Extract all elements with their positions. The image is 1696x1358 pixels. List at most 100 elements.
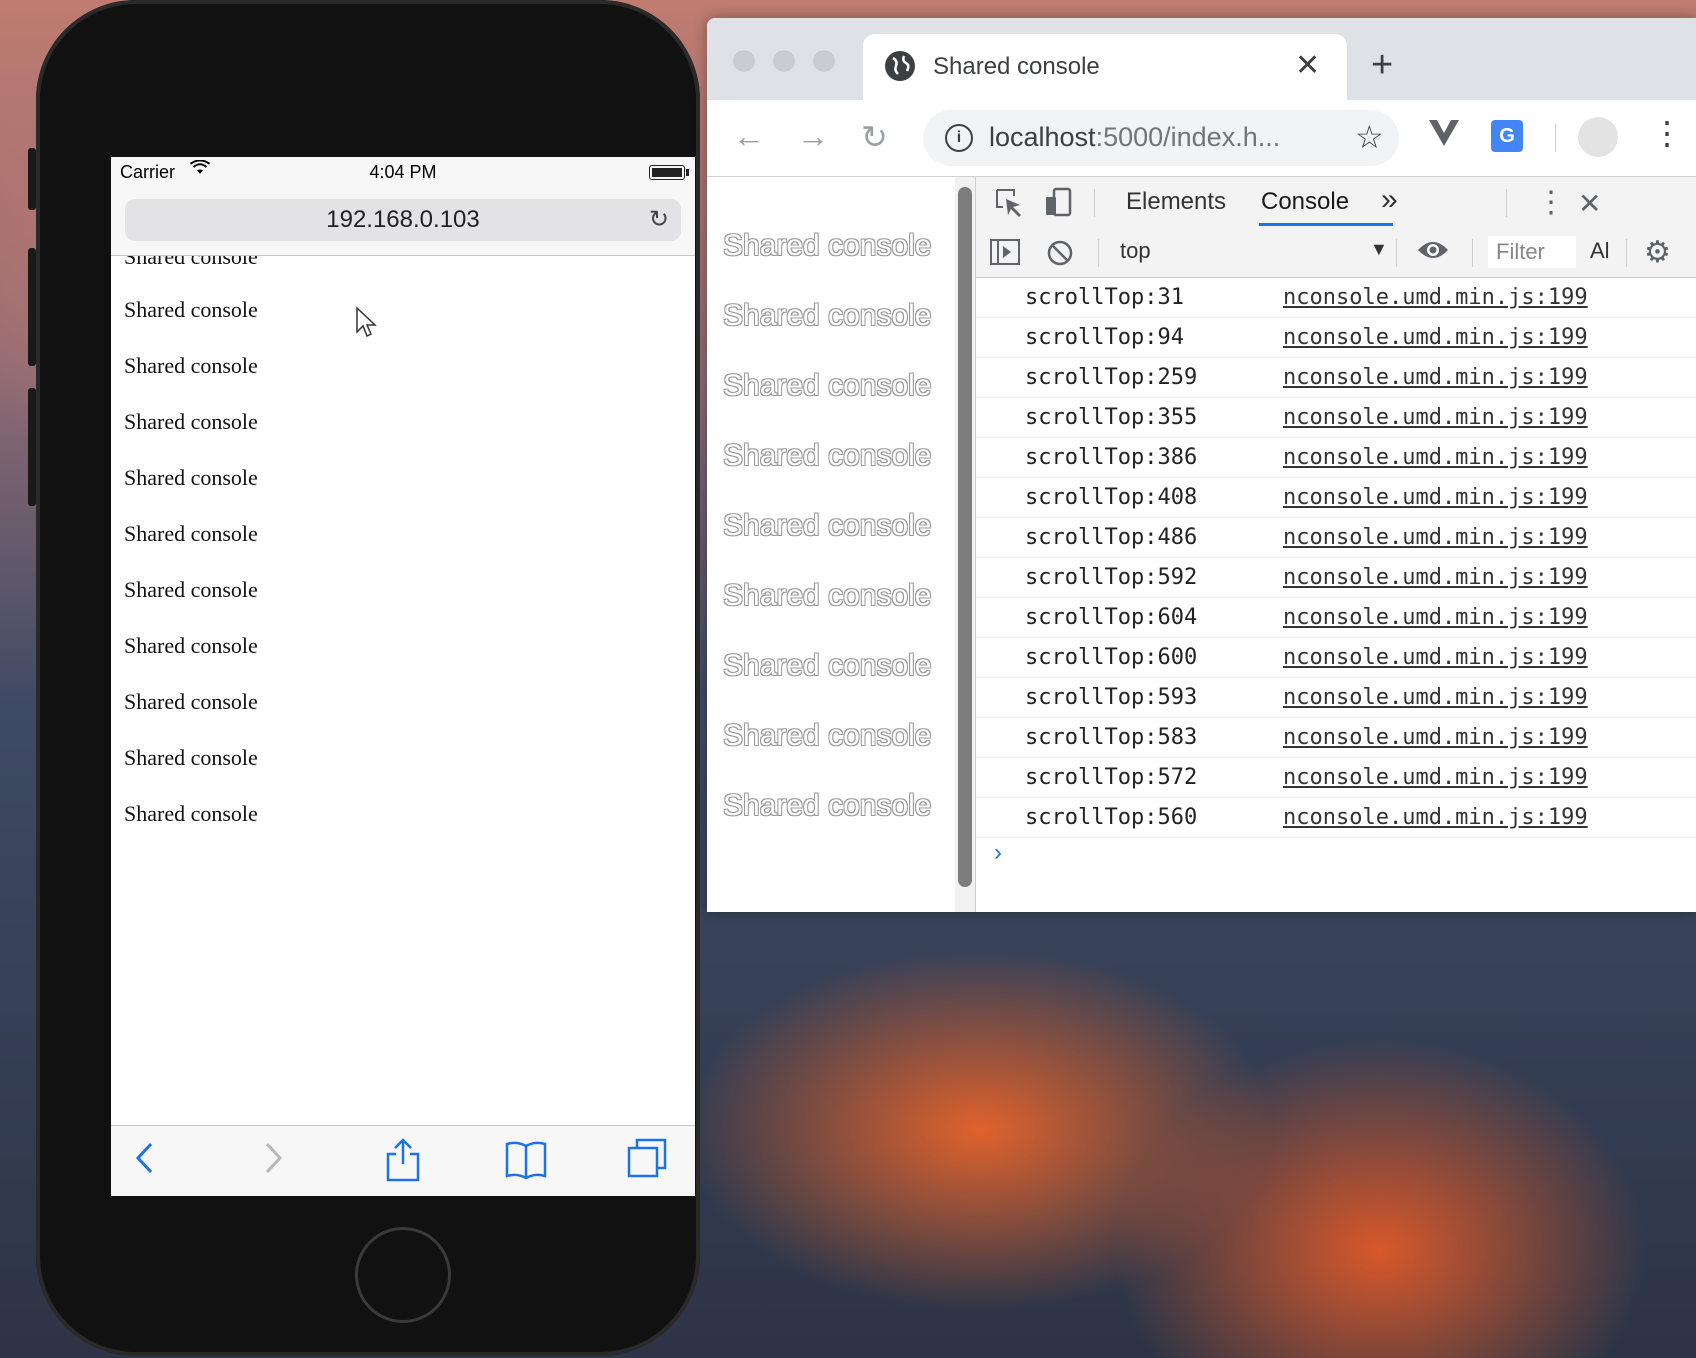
toolbar-divider [1094, 189, 1095, 217]
new-tab-icon[interactable]: + [1371, 44, 1393, 87]
forward-icon[interactable]: → [797, 118, 829, 155]
zoom-window-button[interactable] [813, 50, 835, 72]
tab-shared-console[interactable]: Shared console ✕ [863, 34, 1347, 100]
page-line: Shared console [124, 577, 258, 602]
log-message: scrollTop:355 [1025, 405, 1198, 430]
log-row: scrollTop:604 nconsole.umd.min.js:199 [976, 597, 1696, 638]
reload-icon[interactable]: ↻ [649, 199, 669, 241]
page-line: Shared console [124, 801, 258, 826]
page-line: Shared console [124, 689, 258, 714]
url-path: :5000/index.h... [1095, 122, 1281, 152]
dropdown-arrow-icon[interactable]: ▼ [1370, 239, 1388, 260]
home-button[interactable] [355, 1227, 451, 1323]
tab-elements[interactable]: Elements [1126, 188, 1226, 216]
sidebar-toggle-icon[interactable] [990, 239, 1020, 272]
close-window-button[interactable] [733, 50, 755, 72]
profile-avatar[interactable] [1578, 117, 1618, 157]
page-line: Shared console [723, 719, 932, 752]
filter-input[interactable]: Filter [1488, 236, 1576, 268]
log-row: scrollTop:592 nconsole.umd.min.js:199 [976, 557, 1696, 598]
log-source-link[interactable]: nconsole.umd.min.js:199 [1283, 405, 1588, 430]
close-icon[interactable]: ✕ [1295, 48, 1320, 83]
google-translate-icon[interactable]: G [1491, 120, 1523, 152]
log-row: scrollTop:355 nconsole.umd.min.js:199 [976, 397, 1696, 438]
page-line: Shared console [124, 256, 258, 269]
log-message: scrollTop:600 [1025, 645, 1198, 670]
share-icon[interactable] [385, 1138, 421, 1187]
navigation-bar: ← → ↻ i localhost:5000/index.h... ☆ G ⋮ [707, 100, 1696, 177]
log-message: scrollTop:560 [1025, 805, 1198, 830]
page-line: Shared console [723, 579, 932, 612]
close-devtools-icon[interactable]: ✕ [1578, 187, 1601, 220]
page-line: Shared console [124, 633, 258, 658]
mute-switch [28, 148, 36, 210]
log-source-link[interactable]: nconsole.umd.min.js:199 [1283, 325, 1588, 350]
log-source-link[interactable]: nconsole.umd.min.js:199 [1283, 565, 1588, 590]
volume-down-button [28, 388, 36, 506]
minimize-window-button[interactable] [773, 50, 795, 72]
phone-screen: Carrier 4:04 PM 192.168.0.103 ↻ Shared c… [111, 157, 695, 1196]
safari-address-bar: 192.168.0.103 ↻ [111, 187, 695, 256]
log-message: scrollTop:386 [1025, 445, 1198, 470]
toolbar-divider [1555, 124, 1556, 152]
log-source-link[interactable]: nconsole.umd.min.js:199 [1283, 285, 1588, 310]
log-message: scrollTop:593 [1025, 685, 1198, 710]
toolbar-divider [1472, 239, 1473, 267]
context-selector[interactable]: top [1120, 238, 1151, 264]
address-field[interactable]: 192.168.0.103 ↻ [125, 199, 681, 241]
log-message: scrollTop:94 [1025, 325, 1184, 350]
volume-up-button [28, 248, 36, 366]
device-toolbar-icon[interactable] [1044, 187, 1074, 224]
log-source-link[interactable]: nconsole.umd.min.js:199 [1283, 725, 1588, 750]
filter-placeholder: Filter [1496, 239, 1545, 264]
scrollbar-thumb[interactable] [958, 187, 972, 887]
log-source-link[interactable]: nconsole.umd.min.js:199 [1283, 645, 1588, 670]
log-row: scrollTop:593 nconsole.umd.min.js:199 [976, 677, 1696, 718]
log-source-link[interactable]: nconsole.umd.min.js:199 [1283, 805, 1588, 830]
safari-toolbar [111, 1125, 695, 1196]
devtools-menu-icon[interactable]: ⋮ [1536, 185, 1566, 220]
reload-icon[interactable]: ↻ [861, 118, 888, 156]
page-scrollbar[interactable] [955, 177, 975, 912]
tab-console[interactable]: Console [1261, 188, 1349, 216]
log-row: scrollTop:486 nconsole.umd.min.js:199 [976, 517, 1696, 558]
page-line: Shared console [723, 439, 932, 472]
bookmarks-icon[interactable] [505, 1138, 547, 1185]
info-icon[interactable]: i [945, 124, 973, 152]
tabs-icon[interactable] [627, 1138, 667, 1183]
log-message: scrollTop:604 [1025, 605, 1198, 630]
log-source-link[interactable]: nconsole.umd.min.js:199 [1283, 445, 1588, 470]
toolbar-divider [1098, 239, 1099, 267]
mouse-cursor-icon [355, 306, 377, 343]
back-icon[interactable] [133, 1138, 157, 1183]
log-source-link[interactable]: nconsole.umd.min.js:199 [1283, 525, 1588, 550]
log-row: scrollTop:560 nconsole.umd.min.js:199 [976, 797, 1696, 838]
status-time: 4:04 PM [369, 162, 437, 182]
log-source-link[interactable]: nconsole.umd.min.js:199 [1283, 765, 1588, 790]
extension-v-icon[interactable] [1427, 118, 1461, 156]
bookmark-star-icon[interactable]: ☆ [1355, 118, 1384, 156]
devtools-panel: Elements Console » ⋮ ✕ top ▼ Filter Al ⚙… [975, 177, 1696, 912]
log-row: scrollTop:408 nconsole.umd.min.js:199 [976, 477, 1696, 518]
console-filter-bar: top ▼ Filter Al ⚙ [976, 227, 1696, 278]
settings-gear-icon[interactable]: ⚙ [1644, 235, 1671, 270]
eye-icon[interactable] [1416, 237, 1450, 270]
page-line: Shared console [124, 745, 258, 770]
log-source-link[interactable]: nconsole.umd.min.js:199 [1283, 365, 1588, 390]
forward-icon[interactable] [261, 1138, 285, 1183]
console-prompt-icon[interactable]: › [994, 839, 1002, 867]
page-line: Shared console [723, 509, 932, 542]
more-tabs-icon[interactable]: » [1381, 183, 1398, 217]
back-icon[interactable]: ← [733, 118, 765, 155]
clear-console-icon[interactable] [1046, 239, 1074, 274]
log-source-link[interactable]: nconsole.umd.min.js:199 [1283, 485, 1588, 510]
log-source-link[interactable]: nconsole.umd.min.js:199 [1283, 605, 1588, 630]
log-source-link[interactable]: nconsole.umd.min.js:199 [1283, 685, 1588, 710]
inspect-element-icon[interactable] [994, 187, 1024, 224]
page-line: Shared console [723, 649, 932, 682]
chrome-menu-icon[interactable]: ⋮ [1651, 114, 1683, 152]
log-levels-dropdown[interactable]: Al [1590, 238, 1610, 264]
page-viewport: Shared console Shared console Shared con… [707, 177, 975, 912]
page-line: Shared console [723, 789, 932, 822]
address-bar[interactable]: i localhost:5000/index.h... ☆ [923, 110, 1399, 166]
